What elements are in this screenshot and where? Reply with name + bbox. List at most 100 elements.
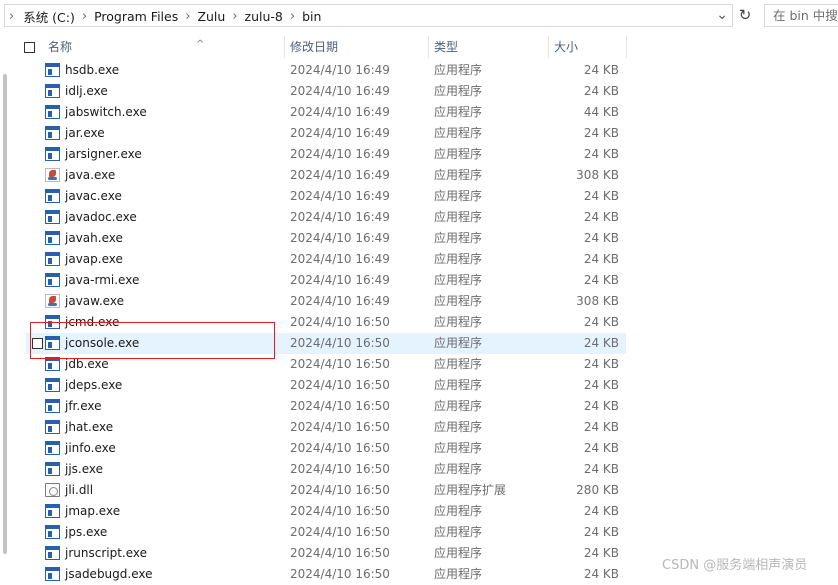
file-type: 应用程序 (434, 231, 483, 245)
column-divider[interactable] (284, 36, 285, 58)
file-size: 24 KB (583, 399, 619, 413)
file-modified: 2024/4/10 16:49 (290, 252, 390, 266)
file-size: 24 KB (583, 546, 619, 560)
file-row[interactable]: javac.exe 2024/4/10 16:49 应用程序 24 KB (0, 186, 838, 207)
file-name: idlj.exe (65, 84, 108, 98)
file-size: 24 KB (583, 210, 619, 224)
file-row[interactable]: jjs.exe 2024/4/10 16:50 应用程序 24 KB (0, 459, 838, 480)
file-row[interactable]: jps.exe 2024/4/10 16:50 应用程序 24 KB (0, 522, 838, 543)
file-row[interactable]: java.exe 2024/4/10 16:49 应用程序 308 KB (0, 165, 838, 186)
file-type: 应用程序 (434, 378, 483, 392)
select-all-checkbox[interactable] (24, 42, 35, 53)
exe-icon (45, 525, 60, 539)
column-modified[interactable]: 修改日期 (290, 32, 428, 62)
column-divider[interactable] (428, 36, 429, 58)
file-row[interactable]: jhat.exe 2024/4/10 16:50 应用程序 24 KB (0, 417, 838, 438)
file-name: jabswitch.exe (65, 105, 147, 119)
breadcrumb-zulu[interactable]: Zulu (192, 9, 230, 24)
file-row[interactable]: jarsigner.exe 2024/4/10 16:49 应用程序 24 KB (0, 144, 838, 165)
breadcrumb-drive[interactable]: 系统 (C:) (18, 7, 80, 26)
file-row[interactable]: jar.exe 2024/4/10 16:49 应用程序 24 KB (0, 123, 838, 144)
address-box[interactable]: › 系统 (C:) › Program Files › Zulu › zulu-… (4, 4, 733, 27)
exe-icon (45, 399, 60, 413)
sort-ascending-icon: ^ (196, 39, 205, 50)
breadcrumb-program-files[interactable]: Program Files (89, 9, 183, 24)
file-size: 24 KB (583, 525, 619, 539)
file-row[interactable]: hsdb.exe 2024/4/10 16:49 应用程序 24 KB (0, 60, 838, 81)
exe-icon (45, 84, 60, 98)
file-name: jjs.exe (65, 462, 104, 476)
column-divider[interactable] (626, 36, 627, 58)
exe-icon (45, 126, 60, 140)
file-size: 24 KB (583, 147, 619, 161)
file-name: jmap.exe (65, 504, 121, 518)
file-modified: 2024/4/10 16:50 (290, 420, 390, 434)
exe-icon (45, 378, 60, 392)
search-input[interactable]: 在 bin 中搜索 (764, 4, 838, 27)
breadcrumb-separator-icon[interactable]: › (183, 9, 192, 24)
file-modified: 2024/4/10 16:50 (290, 504, 390, 518)
file-type: 应用程序扩展 (434, 483, 507, 497)
file-type: 应用程序 (434, 567, 483, 581)
file-modified: 2024/4/10 16:50 (290, 357, 390, 371)
file-modified: 2024/4/10 16:50 (290, 441, 390, 455)
file-name: javaw.exe (65, 294, 124, 308)
column-modified-label: 修改日期 (290, 40, 339, 54)
address-bar: › 系统 (C:) › Program Files › Zulu › zulu-… (0, 0, 838, 32)
file-modified: 2024/4/10 16:50 (290, 462, 390, 476)
file-name: javadoc.exe (65, 210, 137, 224)
column-size[interactable]: 大小 (554, 32, 624, 62)
address-dropdown-icon[interactable]: ⌄ (716, 7, 728, 23)
file-row[interactable]: javadoc.exe 2024/4/10 16:49 应用程序 24 KB (0, 207, 838, 228)
file-row[interactable]: jmap.exe 2024/4/10 16:50 应用程序 24 KB (0, 501, 838, 522)
refresh-icon[interactable]: ↻ (736, 4, 754, 27)
file-row[interactable]: jcmd.exe 2024/4/10 16:50 应用程序 24 KB (0, 312, 838, 333)
file-size: 44 KB (583, 105, 619, 119)
exe-icon (45, 189, 60, 203)
file-name: jsadebugd.exe (65, 567, 153, 581)
file-modified: 2024/4/10 16:50 (290, 546, 390, 560)
file-row[interactable]: jdeps.exe 2024/4/10 16:50 应用程序 24 KB (0, 375, 838, 396)
file-row[interactable]: jinfo.exe 2024/4/10 16:50 应用程序 24 KB (0, 438, 838, 459)
column-type[interactable]: 类型 (434, 32, 548, 62)
file-size: 24 KB (583, 315, 619, 329)
file-type: 应用程序 (434, 294, 483, 308)
file-row[interactable]: jdb.exe 2024/4/10 16:50 应用程序 24 KB (0, 354, 838, 375)
exe-icon (45, 546, 60, 560)
java-icon (45, 294, 60, 308)
column-divider[interactable] (548, 36, 549, 58)
file-row[interactable]: javaw.exe 2024/4/10 16:49 应用程序 308 KB (0, 291, 838, 312)
breadcrumb-separator-icon[interactable]: › (80, 9, 89, 24)
file-name: jfr.exe (65, 399, 102, 413)
breadcrumb-zulu-8[interactable]: zulu-8 (240, 9, 288, 24)
file-size: 24 KB (583, 126, 619, 140)
file-row[interactable]: java-rmi.exe 2024/4/10 16:49 应用程序 24 KB (0, 270, 838, 291)
file-modified: 2024/4/10 16:49 (290, 189, 390, 203)
breadcrumb-separator-icon[interactable]: › (230, 9, 239, 24)
java-icon (45, 168, 60, 182)
row-checkbox[interactable] (32, 338, 43, 349)
breadcrumb-separator-icon[interactable]: › (288, 9, 297, 24)
exe-icon (45, 441, 60, 455)
file-size: 24 KB (583, 357, 619, 371)
file-size: 24 KB (583, 567, 619, 581)
breadcrumb: › 系统 (C:) › Program Files › Zulu › zulu-… (5, 8, 326, 25)
file-row[interactable]: jconsole.exe 2024/4/10 16:50 应用程序 24 KB (0, 333, 838, 354)
file-row[interactable]: jli.dll 2024/4/10 16:50 应用程序扩展 280 KB (0, 480, 838, 501)
file-modified: 2024/4/10 16:50 (290, 315, 390, 329)
file-row[interactable]: javap.exe 2024/4/10 16:49 应用程序 24 KB (0, 249, 838, 270)
file-row[interactable]: jabswitch.exe 2024/4/10 16:49 应用程序 44 KB (0, 102, 838, 123)
file-modified: 2024/4/10 16:49 (290, 210, 390, 224)
file-modified: 2024/4/10 16:50 (290, 336, 390, 350)
file-name: jcmd.exe (65, 315, 120, 329)
file-row[interactable]: javah.exe 2024/4/10 16:49 应用程序 24 KB (0, 228, 838, 249)
file-row[interactable]: jfr.exe 2024/4/10 16:50 应用程序 24 KB (0, 396, 838, 417)
breadcrumb-bin[interactable]: bin (297, 9, 326, 24)
column-name[interactable]: 名称 ^ (48, 32, 284, 62)
file-size: 24 KB (583, 189, 619, 203)
column-type-label: 类型 (434, 40, 459, 54)
file-row[interactable]: idlj.exe 2024/4/10 16:49 应用程序 24 KB (0, 81, 838, 102)
file-modified: 2024/4/10 16:50 (290, 483, 390, 497)
file-modified: 2024/4/10 16:49 (290, 294, 390, 308)
breadcrumb-lead-chevron-icon[interactable]: › (5, 9, 18, 24)
